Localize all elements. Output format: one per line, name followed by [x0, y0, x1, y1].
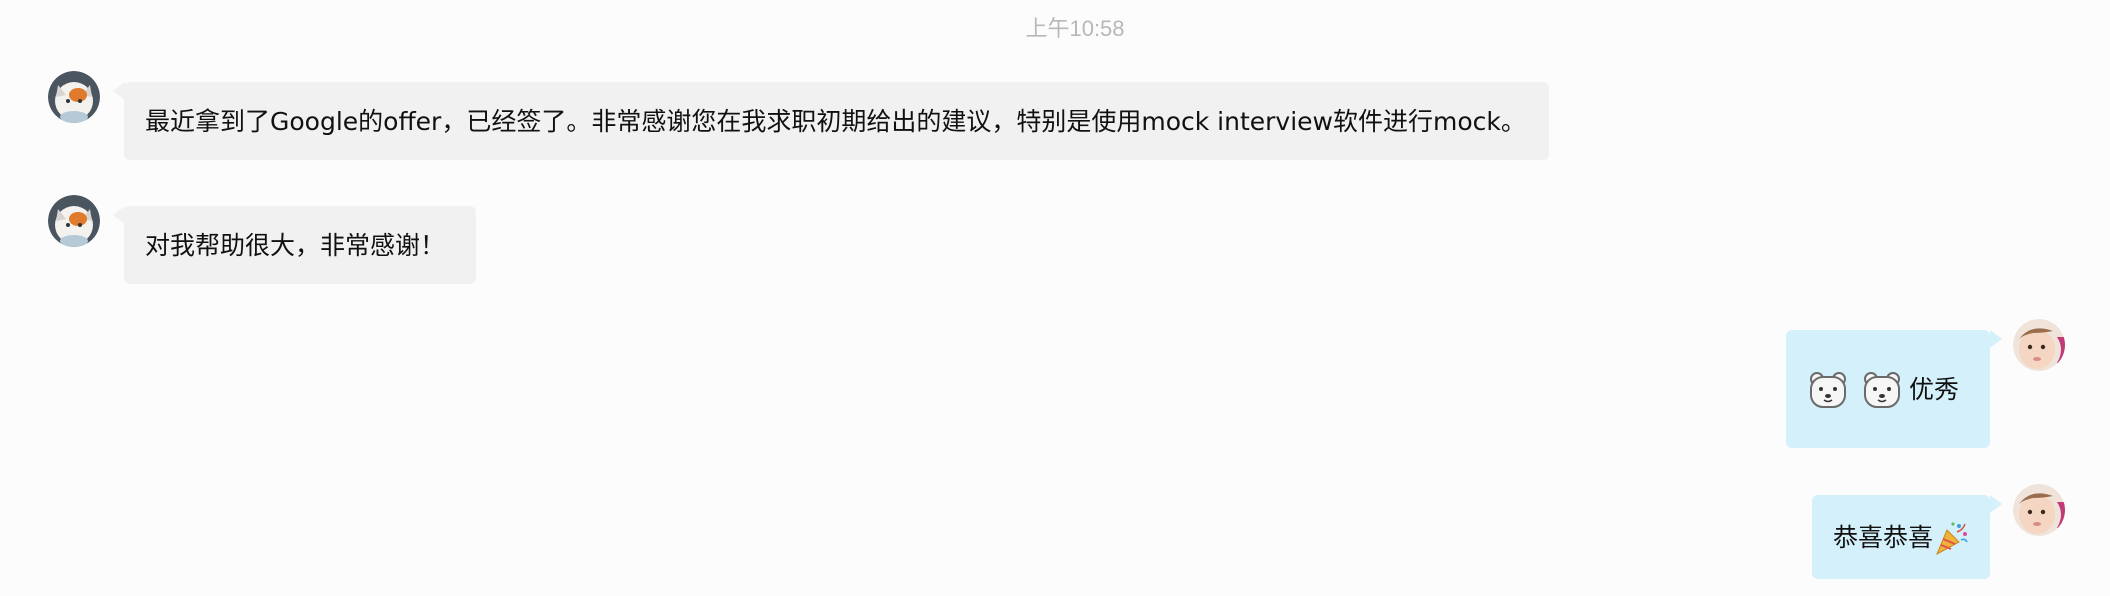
- contact-avatar[interactable]: [48, 195, 100, 247]
- chat-window: 上午10:58 最近拿到了Google的offer，已经签了。非常感谢您在我求职…: [0, 0, 2110, 596]
- message-text: 最近拿到了Google的offer，已经签了。非常感谢您在我求职初期给出的建议，…: [145, 107, 1526, 136]
- polar-bear-icon: [1807, 369, 1849, 411]
- bubble-tail: [1990, 495, 2002, 513]
- message-text: 对我帮助很大，非常感谢！: [145, 231, 446, 260]
- message-bubble[interactable]: 恭喜恭喜: [1812, 495, 1990, 579]
- user-avatar[interactable]: [2013, 319, 2065, 371]
- party-popper-icon: [1933, 520, 1969, 556]
- message-bubble[interactable]: 对我帮助很大，非常感谢！: [124, 206, 476, 284]
- user-avatar[interactable]: [2013, 484, 2065, 536]
- message-bubble[interactable]: 最近拿到了Google的offer，已经签了。非常感谢您在我求职初期给出的建议，…: [124, 82, 1549, 160]
- message-timestamp: 上午10:58: [1025, 16, 1125, 41]
- baby-avatar-icon: [2013, 319, 2065, 371]
- baby-avatar-icon: [2013, 484, 2065, 536]
- cat-avatar-icon: [48, 71, 100, 123]
- polar-bear-icon: [1861, 369, 1903, 411]
- message-text: 恭喜恭喜: [1833, 523, 1934, 552]
- cat-avatar-icon: [48, 195, 100, 247]
- message-bubble[interactable]: 优秀: [1786, 330, 1990, 448]
- message-text: 优秀: [1909, 375, 1960, 404]
- contact-avatar[interactable]: [48, 71, 100, 123]
- bubble-tail: [1990, 330, 2002, 348]
